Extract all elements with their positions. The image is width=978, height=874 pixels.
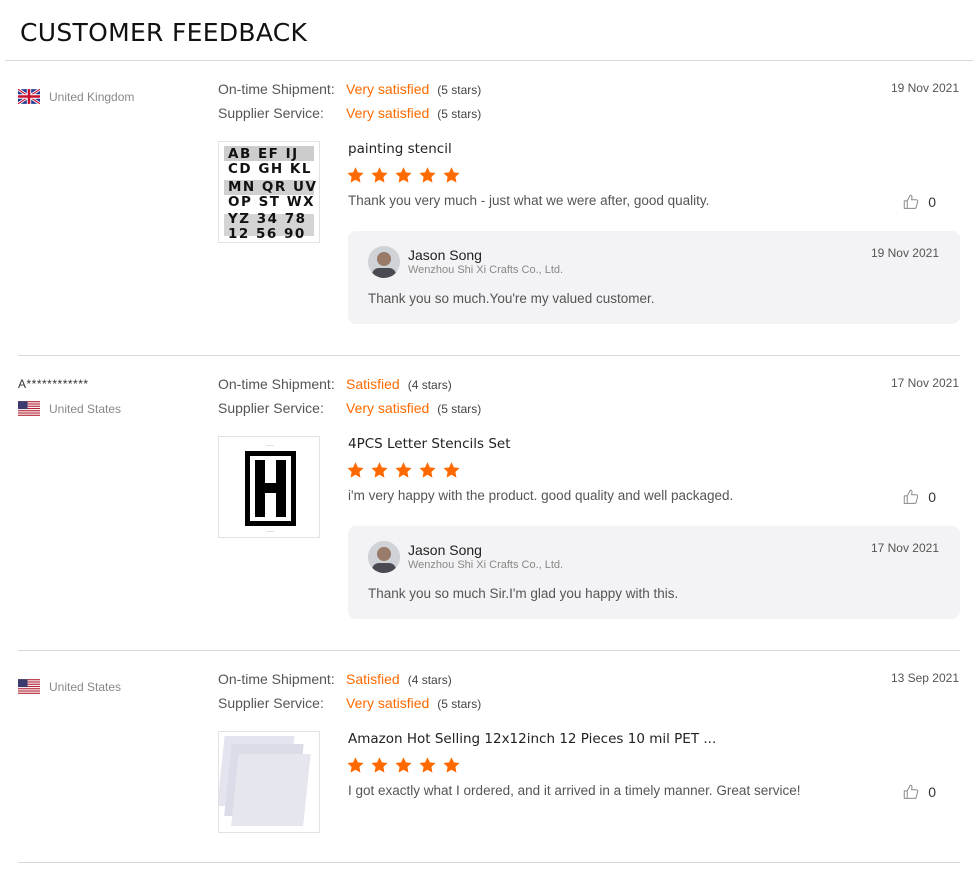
product-thumbnail[interactable]: —— —— <box>218 436 320 538</box>
reply-company: Wenzhou Shi Xi Crafts Co., Ltd. <box>408 559 564 571</box>
star-icon <box>370 461 389 479</box>
supplier-reply: Jason Song Wenzhou Shi Xi Crafts Co., Lt… <box>348 231 960 324</box>
review-text: i'm very happy with the product. good qu… <box>348 488 734 503</box>
rating-stars <box>346 461 466 479</box>
reply-company: Wenzhou Shi Xi Crafts Co., Ltd. <box>408 264 564 276</box>
reply-date: 19 Nov 2021 <box>870 246 939 260</box>
avatar <box>368 541 400 573</box>
rating-stars <box>346 166 466 184</box>
thumbs-up-icon <box>902 488 920 506</box>
reply-text: Thank you so much.You're my valued custo… <box>368 291 655 306</box>
helpful-button[interactable]: 0 <box>902 488 936 506</box>
star-icon <box>442 756 461 774</box>
review-date: 13 Sep 2021 <box>890 671 959 685</box>
uk-flag-icon <box>18 89 40 104</box>
service-rating: Supplier Service: Very satisfied (5 star… <box>218 695 482 711</box>
star-icon <box>370 756 389 774</box>
svg-text:MN QR UV: MN QR UV <box>228 179 317 195</box>
star-icon <box>418 756 437 774</box>
product-name[interactable]: 4PCS Letter Stencils Set <box>348 436 510 452</box>
helpful-button[interactable]: 0 <box>902 193 936 211</box>
buyer-country: United Kingdom <box>18 89 134 104</box>
helpful-count: 0 <box>928 784 936 800</box>
star-icon <box>442 461 461 479</box>
reply-author: Jason Song <box>408 247 482 263</box>
star-icon <box>346 756 365 774</box>
service-rating: Supplier Service: Very satisfied (5 star… <box>218 400 482 416</box>
review-text: I got exactly what I ordered, and it arr… <box>348 783 801 798</box>
star-icon <box>418 166 437 184</box>
buyer-country: United States <box>18 401 121 416</box>
buyer-name: A************ <box>18 377 89 391</box>
thumbs-up-icon <box>902 783 920 801</box>
helpful-count: 0 <box>928 194 936 210</box>
svg-text:——: —— <box>266 529 274 534</box>
divider <box>18 650 960 651</box>
review-date: 19 Nov 2021 <box>890 81 959 95</box>
star-icon <box>418 461 437 479</box>
divider <box>18 862 960 863</box>
service-rating: Supplier Service: Very satisfied (5 star… <box>218 105 482 121</box>
shipment-rating: On-time Shipment: Satisfied (4 stars) <box>218 376 452 392</box>
product-thumbnail[interactable]: AB EF IJ CD GH KL MN QR UV OP ST WX YZ 3… <box>218 141 320 243</box>
review-date: 17 Nov 2021 <box>890 376 959 390</box>
review-text: Thank you very much - just what we were … <box>348 193 710 208</box>
svg-text:OP ST WX: OP ST WX <box>228 194 315 210</box>
rating-stars <box>346 756 466 774</box>
reply-date: 17 Nov 2021 <box>870 541 939 555</box>
reply-text: Thank you so much Sir.I'm glad you happy… <box>368 586 679 601</box>
buyer-country: United States <box>18 679 121 694</box>
svg-text:12 56 90: 12 56 90 <box>228 226 306 242</box>
star-icon <box>370 166 389 184</box>
pet-sheets-image <box>219 732 319 832</box>
star-icon <box>394 756 413 774</box>
helpful-button[interactable]: 0 <box>902 783 936 801</box>
star-icon <box>394 166 413 184</box>
letter-stencil-image: —— —— <box>219 437 319 537</box>
product-name[interactable]: Amazon Hot Selling 12x12inch 12 Pieces 1… <box>348 731 716 747</box>
page-title: CUSTOMER FEEDBACK <box>20 18 308 47</box>
svg-text:——: —— <box>266 443 274 448</box>
star-icon <box>394 461 413 479</box>
us-flag-icon <box>18 679 40 694</box>
svg-text:AB EF IJ: AB EF IJ <box>228 146 299 162</box>
divider <box>18 355 960 356</box>
shipment-rating: On-time Shipment: Satisfied (4 stars) <box>218 671 452 687</box>
svg-text:CD GH KL: CD GH KL <box>228 161 312 177</box>
star-icon <box>346 461 365 479</box>
supplier-reply: Jason Song Wenzhou Shi Xi Crafts Co., Lt… <box>348 526 960 619</box>
us-flag-icon <box>18 401 40 416</box>
shipment-rating: On-time Shipment: Very satisfied (5 star… <box>218 81 482 97</box>
thumbs-up-icon <box>902 193 920 211</box>
product-thumbnail[interactable] <box>218 731 320 833</box>
stencil-letters-image: AB EF IJ CD GH KL MN QR UV OP ST WX YZ 3… <box>219 142 319 242</box>
svg-text:YZ 34 78: YZ 34 78 <box>227 211 307 227</box>
divider <box>5 60 973 61</box>
product-name[interactable]: painting stencil <box>348 141 452 157</box>
star-icon <box>442 166 461 184</box>
reply-author: Jason Song <box>408 542 482 558</box>
star-icon <box>346 166 365 184</box>
feedback-page: CUSTOMER FEEDBACK United Kingdom On-time… <box>0 0 978 874</box>
avatar <box>368 246 400 278</box>
helpful-count: 0 <box>928 489 936 505</box>
